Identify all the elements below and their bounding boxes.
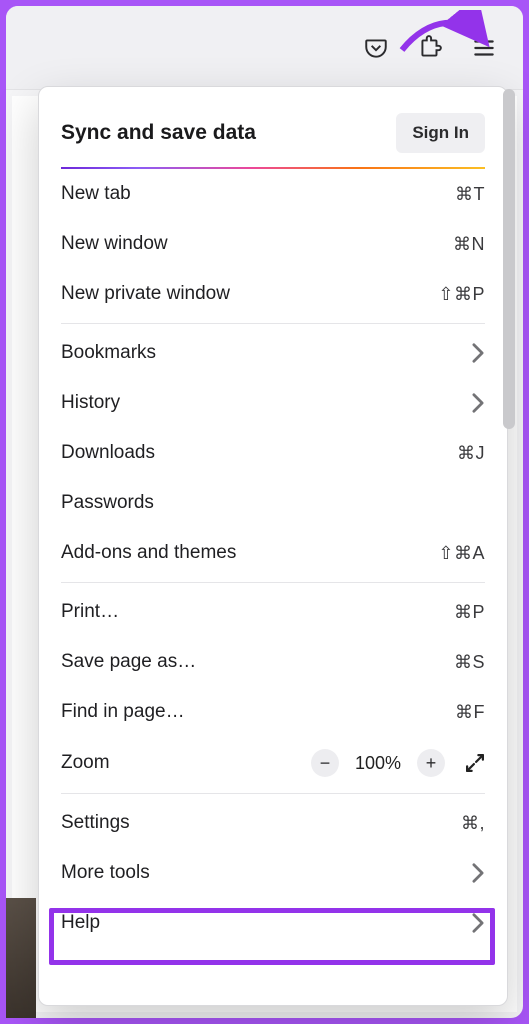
menu-item-label: Help <box>61 912 471 934</box>
menu-item-label: Downloads <box>61 442 457 464</box>
menu-item-print[interactable]: Print…⌘P <box>39 587 507 637</box>
shortcut-label: ⌘F <box>455 702 485 723</box>
shortcut-label: ⌘, <box>461 813 485 834</box>
menu-item-settings[interactable]: Settings⌘, <box>39 798 507 848</box>
app-menu-popup: Sync and save data Sign In New tab⌘TNew … <box>38 86 508 1006</box>
menu-item-save-as[interactable]: Save page as…⌘S <box>39 637 507 687</box>
chevron-right-icon <box>471 392 485 414</box>
pocket-icon[interactable] <box>361 33 391 63</box>
background-sliver <box>6 898 36 1018</box>
menu-item-downloads[interactable]: Downloads⌘J <box>39 428 507 478</box>
zoom-label: Zoom <box>61 752 297 774</box>
menu-item-label: Find in page… <box>61 701 455 723</box>
fullscreen-icon[interactable] <box>465 753 485 773</box>
menu-item-label: Passwords <box>61 492 485 514</box>
shortcut-label: ⌘J <box>457 443 485 464</box>
menu-separator <box>61 793 485 794</box>
menu-item-label: Bookmarks <box>61 342 471 364</box>
extensions-icon[interactable] <box>415 33 445 63</box>
menu-item-help[interactable]: Help <box>39 898 507 948</box>
menu-separator <box>61 323 485 324</box>
menu-item-passwords[interactable]: Passwords <box>39 478 507 528</box>
menu-item-label: New private window <box>61 283 438 305</box>
shortcut-label: ⇧⌘A <box>438 543 485 564</box>
menu-item-zoom: Zoom − 100% + <box>39 737 507 789</box>
menu-item-find[interactable]: Find in page…⌘F <box>39 687 507 737</box>
hamburger-menu-icon[interactable] <box>469 33 499 63</box>
sign-in-button[interactable]: Sign In <box>396 113 485 153</box>
menu-item-new-private-window[interactable]: New private window⇧⌘P <box>39 269 507 319</box>
menu-separator <box>61 582 485 583</box>
zoom-out-button[interactable]: − <box>311 749 339 777</box>
shortcut-label: ⌘S <box>454 652 485 673</box>
scrollbar-thumb[interactable] <box>503 89 515 429</box>
shortcut-label: ⇧⌘P <box>438 284 485 305</box>
menu-item-new-tab[interactable]: New tab⌘T <box>39 169 507 219</box>
chevron-right-icon <box>471 862 485 884</box>
menu-item-label: History <box>61 392 471 414</box>
menu-header: Sync and save data Sign In <box>39 91 507 167</box>
menu-item-label: More tools <box>61 862 471 884</box>
menu-item-history[interactable]: History <box>39 378 507 428</box>
menu-item-addons[interactable]: Add-ons and themes⇧⌘A <box>39 528 507 578</box>
zoom-value: 100% <box>353 753 403 774</box>
sync-title: Sync and save data <box>61 121 256 145</box>
chevron-right-icon <box>471 342 485 364</box>
menu-item-label: Save page as… <box>61 651 454 673</box>
menu-item-bookmarks[interactable]: Bookmarks <box>39 328 507 378</box>
menu-item-label: New tab <box>61 183 455 205</box>
menu-item-more-tools[interactable]: More tools <box>39 848 507 898</box>
menu-item-label: Settings <box>61 812 461 834</box>
browser-toolbar <box>6 6 523 90</box>
menu-item-label: New window <box>61 233 453 255</box>
zoom-in-button[interactable]: + <box>417 749 445 777</box>
shortcut-label: ⌘N <box>453 234 485 255</box>
shortcut-label: ⌘P <box>454 602 485 623</box>
shortcut-label: ⌘T <box>455 184 485 205</box>
chevron-right-icon <box>471 912 485 934</box>
menu-item-label: Print… <box>61 601 454 623</box>
menu-item-label: Add-ons and themes <box>61 542 438 564</box>
menu-item-new-window[interactable]: New window⌘N <box>39 219 507 269</box>
